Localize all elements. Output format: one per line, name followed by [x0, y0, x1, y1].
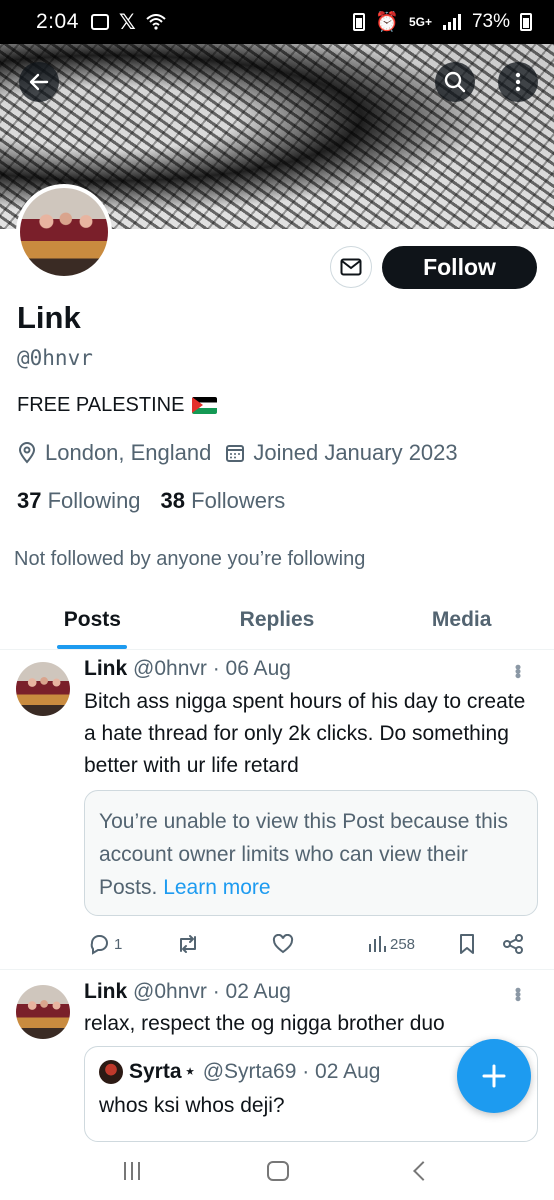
search-button[interactable]	[435, 62, 475, 102]
like-button[interactable]	[272, 934, 294, 954]
learn-more-link[interactable]: Learn more	[163, 876, 270, 899]
search-icon	[444, 71, 466, 93]
repost-icon	[180, 935, 196, 953]
network-label: 5G+	[408, 15, 432, 29]
post-divider	[0, 969, 554, 970]
x-app-icon: 𝕏	[118, 10, 136, 34]
views-button[interactable]: 258	[368, 935, 415, 953]
profile-meta: London, England Joined January 2023	[17, 440, 472, 466]
more-vertical-icon	[515, 72, 521, 92]
signal-icon	[442, 14, 461, 30]
joined-item: Joined January 2023	[225, 440, 458, 466]
status-time: 2:04	[36, 10, 79, 33]
location-text: London, England	[45, 440, 212, 465]
alarm-icon: ⏰	[375, 12, 399, 33]
followers-count: 38	[160, 488, 186, 513]
profile-name: Link	[17, 300, 81, 335]
post-text: relax, respect the og nigga brother duo	[84, 1012, 445, 1035]
views-chart-icon	[369, 936, 386, 952]
reply-icon	[90, 935, 108, 955]
location-item: London, England	[17, 440, 211, 466]
bookmark-button[interactable]	[458, 933, 476, 955]
tab-posts[interactable]: Posts	[0, 590, 185, 649]
battery-saver-icon	[353, 13, 366, 31]
calendar-icon	[226, 445, 245, 462]
back-arrow-icon	[29, 73, 49, 91]
following-label: Following	[47, 488, 141, 513]
reply-count: 1	[114, 935, 123, 953]
post-text: Bitch ass nigga spent hours of his day t…	[84, 690, 526, 777]
heart-icon	[272, 934, 294, 954]
reply-button[interactable]: 1	[88, 933, 122, 955]
post-header: Link @0hnvr · 06 Aug	[84, 657, 291, 681]
notification-icons: 𝕏	[90, 10, 166, 35]
status-bar: 2:04 𝕏 ⏰ 5G+ 73%	[0, 0, 554, 44]
post-author-name[interactable]: Link	[84, 980, 127, 1003]
message-button[interactable]	[330, 246, 372, 288]
post-actions: 1 258	[84, 930, 534, 958]
follow-counts: 37 Following 38 Followers	[17, 488, 285, 514]
quoted-post-meta: @Syrta69 · 02 Aug	[202, 1059, 381, 1083]
plus-icon	[482, 1064, 506, 1088]
limited-text: You’re unable to view this Post because …	[99, 810, 508, 899]
quoted-post-text: whos ksi whos deji?	[99, 1094, 285, 1117]
quoted-author-name: Syrta	[129, 1059, 182, 1083]
quoted-avatar	[99, 1059, 123, 1084]
system-navigation-bar	[0, 1142, 554, 1200]
share-button[interactable]	[502, 933, 524, 955]
palestine-flag-icon	[192, 397, 218, 414]
post-author-name[interactable]: Link	[84, 657, 127, 680]
back-button[interactable]	[19, 62, 59, 102]
post-meta: @0hnvr · 02 Aug	[133, 980, 291, 1003]
followers-label: Followers	[191, 488, 286, 513]
recent-apps-button[interactable]	[123, 1162, 140, 1180]
bio-text: FREE PALESTINE	[17, 394, 185, 416]
quoted-author-badge: ⋆	[183, 1060, 197, 1083]
status-right: ⏰ 5G+ 73%	[353, 10, 532, 34]
followers-link[interactable]: 38 Followers	[161, 488, 286, 514]
post-more-button[interactable]: •••	[508, 987, 528, 1000]
profile-tabs: Posts Replies Media	[0, 590, 554, 650]
battery-icon	[520, 13, 532, 31]
tab-media[interactable]: Media	[369, 590, 554, 649]
not-followed-notice: Not followed by anyone you’re following	[14, 548, 366, 570]
repost-button[interactable]	[176, 934, 200, 954]
views-count: 258	[390, 935, 416, 953]
profile-avatar[interactable]	[16, 184, 112, 280]
gallery-icon	[90, 14, 109, 30]
home-button[interactable]	[266, 1161, 289, 1181]
post-avatar[interactable]	[16, 985, 70, 1039]
share-icon	[503, 934, 523, 954]
post-header: Link @0hnvr · 02 Aug	[84, 980, 291, 1004]
limited-post-notice: You’re unable to view this Post because …	[84, 790, 538, 916]
compose-post-button[interactable]	[457, 1039, 531, 1113]
system-back-button[interactable]	[413, 1161, 434, 1181]
tab-replies[interactable]: Replies	[185, 590, 370, 649]
profile-bio: FREE PALESTINE	[17, 394, 218, 417]
location-pin-icon	[18, 442, 36, 464]
more-options-button[interactable]	[498, 62, 538, 102]
follow-button[interactable]: Follow	[382, 246, 537, 289]
following-count: 37	[17, 488, 42, 513]
battery-percent: 73%	[471, 11, 510, 32]
wifi-icon	[146, 14, 166, 30]
post-more-button[interactable]: •••	[508, 664, 528, 677]
profile-handle: @0hnvr	[17, 346, 93, 370]
post-avatar[interactable]	[16, 662, 70, 716]
joined-text: Joined January 2023	[253, 440, 458, 465]
envelope-icon	[340, 258, 362, 276]
following-link[interactable]: 37 Following	[17, 488, 141, 514]
bookmark-icon	[460, 934, 474, 954]
post-meta: @0hnvr · 06 Aug	[133, 657, 291, 680]
